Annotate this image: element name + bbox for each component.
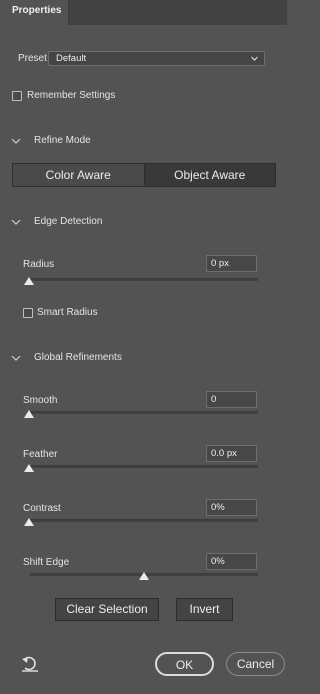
chevron-down-icon[interactable] [11, 137, 21, 145]
smart-radius-label: Smart Radius [37, 307, 98, 318]
radius-slider-thumb[interactable] [24, 277, 34, 285]
smooth-field[interactable]: 0 [206, 391, 257, 408]
smart-radius-checkbox[interactable] [23, 308, 33, 318]
smooth-slider-track[interactable] [30, 411, 258, 414]
chevron-down-icon[interactable] [11, 218, 21, 226]
ok-button[interactable]: OK [155, 652, 214, 676]
contrast-label: Contrast [23, 503, 61, 514]
shift-edge-label: Shift Edge [23, 557, 70, 568]
feather-slider-thumb[interactable] [24, 464, 34, 472]
radius-slider-track[interactable] [30, 278, 258, 281]
radius-field[interactable]: 0 px [206, 255, 257, 272]
smooth-label: Smooth [23, 395, 58, 406]
chevron-down-icon [251, 56, 258, 61]
tab-properties[interactable]: Properties [0, 0, 69, 25]
refine-mode-segmented-control: Color Aware Object Aware [12, 163, 276, 187]
edge-detection-heading: Edge Detection [34, 216, 103, 227]
contrast-slider-thumb[interactable] [24, 518, 34, 526]
shift-edge-field[interactable]: 0% [206, 553, 257, 570]
smooth-slider-thumb[interactable] [24, 410, 34, 418]
remember-settings-checkbox[interactable] [12, 91, 22, 101]
feather-label: Feather [23, 449, 58, 460]
contrast-slider-track[interactable] [30, 519, 258, 522]
remember-settings-label: Remember Settings [27, 90, 116, 101]
invert-button[interactable]: Invert [176, 598, 233, 621]
cancel-button[interactable]: Cancel [226, 652, 285, 676]
feather-slider-track[interactable] [30, 465, 258, 468]
panel-tab-bar: Properties [0, 0, 287, 25]
preset-value: Default [56, 53, 87, 64]
object-aware-button[interactable]: Object Aware [144, 164, 275, 186]
clear-selection-button[interactable]: Clear Selection [55, 598, 159, 621]
color-aware-button[interactable]: Color Aware [13, 164, 145, 186]
contrast-field[interactable]: 0% [206, 499, 257, 516]
preset-label: Preset [18, 53, 47, 64]
preset-select[interactable]: Default [48, 51, 265, 66]
refine-mode-heading: Refine Mode [34, 135, 91, 146]
feather-field[interactable]: 0.0 px [206, 445, 257, 462]
chevron-down-icon[interactable] [11, 354, 21, 362]
global-refinements-heading: Global Refinements [34, 352, 122, 363]
reset-icon[interactable] [21, 656, 39, 672]
radius-label: Radius [23, 259, 55, 270]
shift-edge-slider-thumb[interactable] [139, 572, 149, 580]
